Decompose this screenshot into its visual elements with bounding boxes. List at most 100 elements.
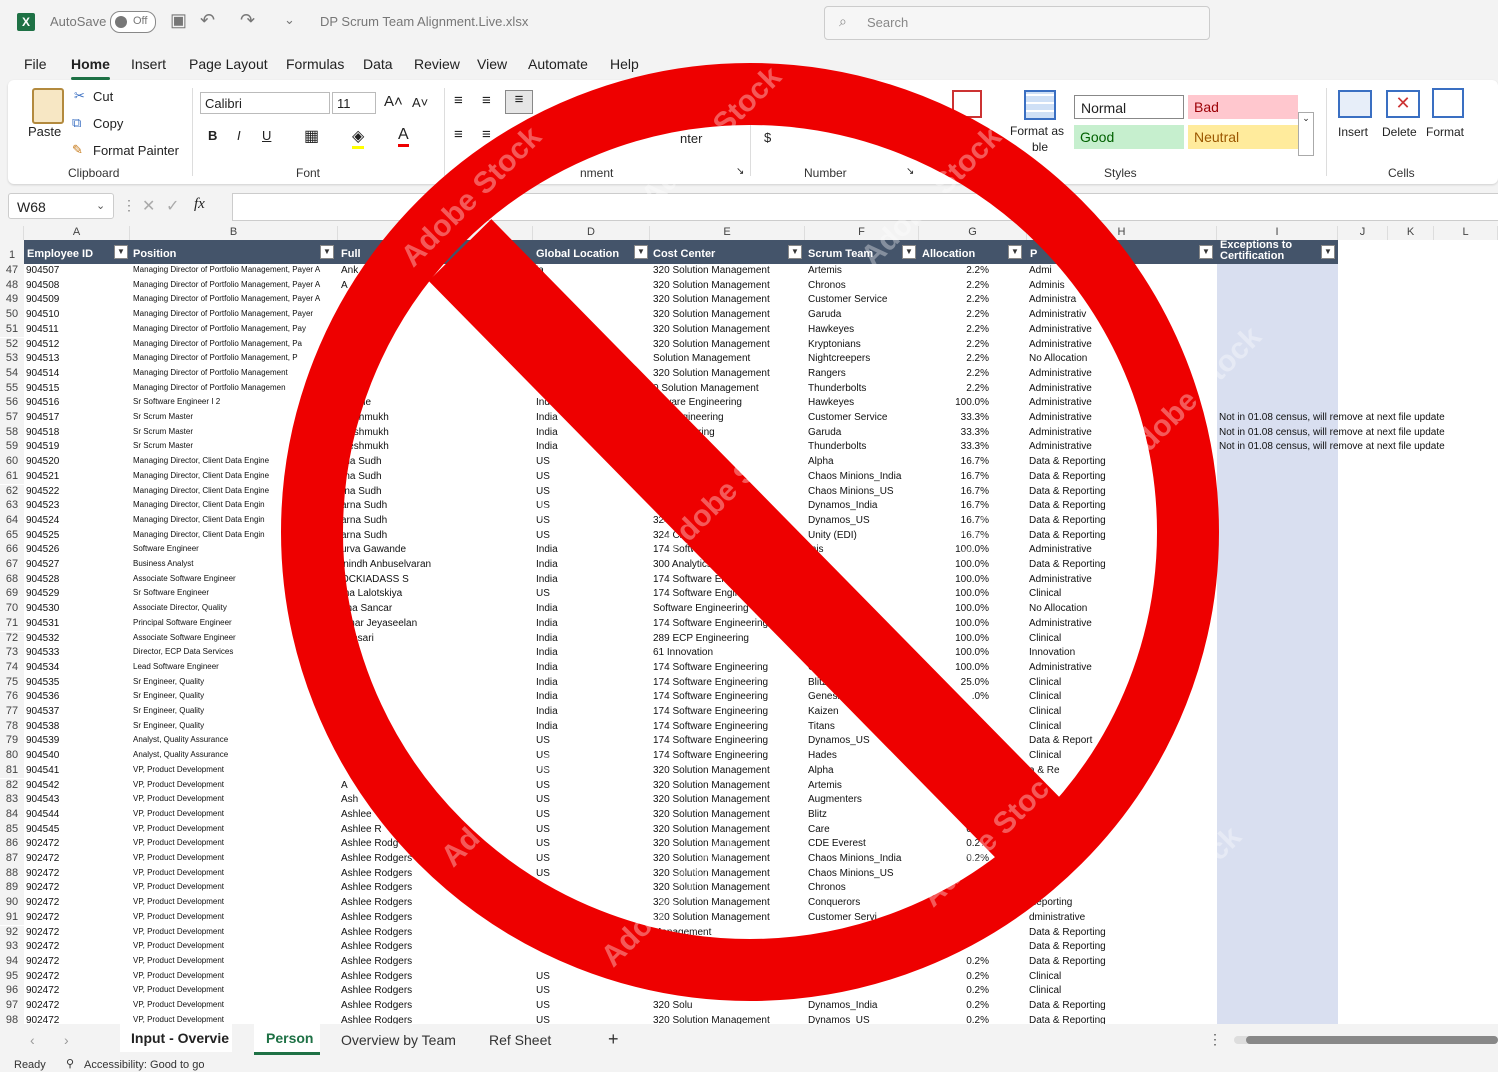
cell-scrum-team[interactable]: Dynamos_US [808, 1015, 917, 1024]
cell-global-location[interactable]: India [536, 662, 648, 673]
cell-portfolio[interactable]: ng [1029, 853, 1215, 864]
cell-full-name[interactable]: ibhane [341, 397, 531, 408]
cell-portfolio[interactable]: Data & Reporting [1029, 1015, 1215, 1024]
cell-employee-id[interactable]: 904509 [26, 294, 128, 305]
cell-employee-id[interactable]: 904527 [26, 559, 128, 570]
cell-cost-center[interactable]: 174 Software Engineering [653, 691, 803, 702]
cell-portfolio[interactable]: dministrative [1029, 912, 1215, 923]
row-header[interactable]: 1 [0, 240, 24, 264]
cell-employee-id[interactable]: 904526 [26, 544, 128, 555]
cell-employee-id[interactable]: 902472 [26, 897, 128, 908]
font-size-combo[interactable]: 11 [332, 92, 376, 114]
cell-allocation[interactable]: 100.0% [921, 397, 989, 408]
cell-cost-center[interactable]: e Engineering [653, 427, 803, 438]
cell-cost-center[interactable]: 320 Solution Management [653, 824, 803, 835]
table-row[interactable]: 50 904510 Managing Director of Portfolio M… [0, 308, 1498, 323]
cell-full-name[interactable]: i Ansari [341, 633, 531, 644]
cell-scrum-team[interactable]: Thunderbolts [808, 441, 917, 452]
row-header[interactable]: 80 [0, 749, 24, 764]
row-header[interactable]: 47 [0, 264, 24, 279]
cell-employee-id[interactable]: 902472 [26, 1000, 128, 1011]
cell-scrum-team[interactable]: Thunderbolts [808, 383, 917, 394]
cell-allocation[interactable]: 0.2% [921, 1000, 989, 1011]
cell-position[interactable]: VP, Product Development [133, 882, 337, 891]
row-header[interactable]: 91 [0, 910, 24, 926]
cancel-entry-icon[interactable]: ✕ [142, 196, 155, 216]
cell-global-location[interactable]: India [536, 603, 648, 614]
cell-global-location[interactable]: US [536, 853, 648, 864]
row-header[interactable]: 62 [0, 484, 24, 500]
cell-portfolio[interactable]: Data & Report [1029, 735, 1215, 746]
cell-allocation[interactable]: 100.0% [921, 633, 989, 644]
table-row[interactable]: 68 904528 Associate Software Engineer OCKIA… [0, 572, 1498, 588]
file-name[interactable]: DP Scrum Team Alignment.Live.xlsx [320, 14, 528, 29]
row-header[interactable]: 86 [0, 837, 24, 852]
row-header[interactable]: 97 [0, 999, 24, 1014]
cell-cost-center[interactable]: 320 Solution Management [653, 339, 803, 350]
cell-employee-id[interactable]: 904507 [26, 265, 128, 276]
cell-portfolio[interactable]: Clinical [1029, 721, 1215, 732]
cell-global-location[interactable]: US [536, 735, 648, 746]
cell-portfolio[interactable]: Clinical [1029, 750, 1215, 761]
row-header[interactable]: 48 [0, 278, 24, 294]
cell-full-name[interactable]: are [341, 647, 531, 658]
cell-employee-id[interactable]: 904534 [26, 662, 128, 673]
cell-position[interactable]: Managing Director of Portfolio Managemen… [133, 294, 337, 303]
cell-allocation[interactable]: 33.3% [921, 412, 989, 423]
cell-cost-center[interactable]: 320 Solution Management [653, 809, 803, 820]
cell-employee-id[interactable]: 904532 [26, 633, 128, 644]
row-header[interactable]: 58 [0, 425, 24, 441]
table-row[interactable]: 54 904514 Managing Director of Portfolio M… [0, 366, 1498, 382]
cell-allocation[interactable]: 16.7% [921, 471, 989, 482]
cell-employee-id[interactable]: 902472 [26, 971, 128, 982]
cell-scrum-team[interactable]: Augmenters [808, 794, 917, 805]
cell-scrum-team[interactable]: Customer Service [808, 412, 917, 423]
row-header[interactable]: 87 [0, 852, 24, 867]
table-row[interactable]: 56 904516 Sr Software Engineer I 2 ibhane In… [0, 396, 1498, 411]
tab-view[interactable]: View [477, 56, 507, 72]
cell-allocation[interactable]: 2.2% [921, 280, 989, 291]
cell-exceptions[interactable]: Not in 01.08 census, will remove at next… [1219, 441, 1494, 452]
cell-portfolio[interactable]: Administrative [1029, 383, 1215, 394]
copy-button[interactable]: Copy [93, 116, 123, 131]
cell-portfolio[interactable]: Data & Reporting [1029, 559, 1215, 570]
cell-scrum-team[interactable]: Kaizen [808, 706, 917, 717]
row-header[interactable]: 95 [0, 969, 24, 985]
cell-employee-id[interactable]: 904520 [26, 456, 128, 467]
fill-color-icon[interactable]: ◈ [352, 126, 365, 149]
cell-global-location[interactable]: India [536, 574, 648, 585]
cell-allocation[interactable]: 100.0% [921, 662, 989, 673]
cell-global-location[interactable]: US [536, 809, 648, 820]
cell-cost-center[interactable]: 320 Solution Management [653, 912, 803, 923]
row-header[interactable]: 51 [0, 322, 24, 338]
cell-global-location[interactable]: US [536, 471, 648, 482]
cell-employee-id[interactable]: 902472 [26, 985, 128, 996]
cell-full-name[interactable]: arna Sudh [341, 515, 531, 526]
column-header-b[interactable]: B [130, 226, 338, 240]
cell-scrum-team[interactable]: Dynamos_India [808, 500, 917, 511]
row-header[interactable]: 98 [0, 1013, 24, 1024]
excel-logo-icon[interactable]: X [17, 13, 35, 31]
cell-employee-id[interactable]: 904511 [26, 324, 128, 335]
row-header[interactable]: 50 [0, 308, 24, 323]
tab-file[interactable]: File [24, 56, 47, 72]
cell-employee-id[interactable]: 904535 [26, 677, 128, 688]
table-row[interactable]: 59 904519 Sr Scrum Master Deshmukh India inee… [0, 440, 1498, 456]
cell-position[interactable]: Sr Engineer, Quality [133, 706, 337, 715]
cut-icon[interactable]: ✂ [74, 88, 85, 104]
filter-dropdown-icon[interactable]: ▼ [1008, 245, 1022, 259]
font-name-combo[interactable]: Calibri [200, 92, 330, 114]
cell-global-location[interactable]: US [536, 500, 648, 511]
cell-global-location[interactable]: US [536, 1015, 648, 1024]
cell-scrum-team[interactable]: Hades [808, 750, 917, 761]
cell-portfolio[interactable]: Administrative [1029, 324, 1215, 335]
cell-position[interactable]: Principal Software Engineer [133, 618, 337, 627]
cell-employee-id[interactable]: 902472 [26, 868, 128, 879]
style-neutral[interactable]: Neutral [1188, 125, 1298, 149]
row-header[interactable]: 81 [0, 763, 24, 779]
cell-global-location[interactable]: India [536, 544, 648, 555]
table-row[interactable]: 90 902472 VP, Product Development Ashlee Ro… [0, 896, 1498, 911]
table-row[interactable]: 97 902472 VP, Product Development Ashlee Ro… [0, 999, 1498, 1014]
row-header[interactable]: 85 [0, 822, 24, 838]
cell-cost-center[interactable]: 320 Solution Management [653, 794, 803, 805]
